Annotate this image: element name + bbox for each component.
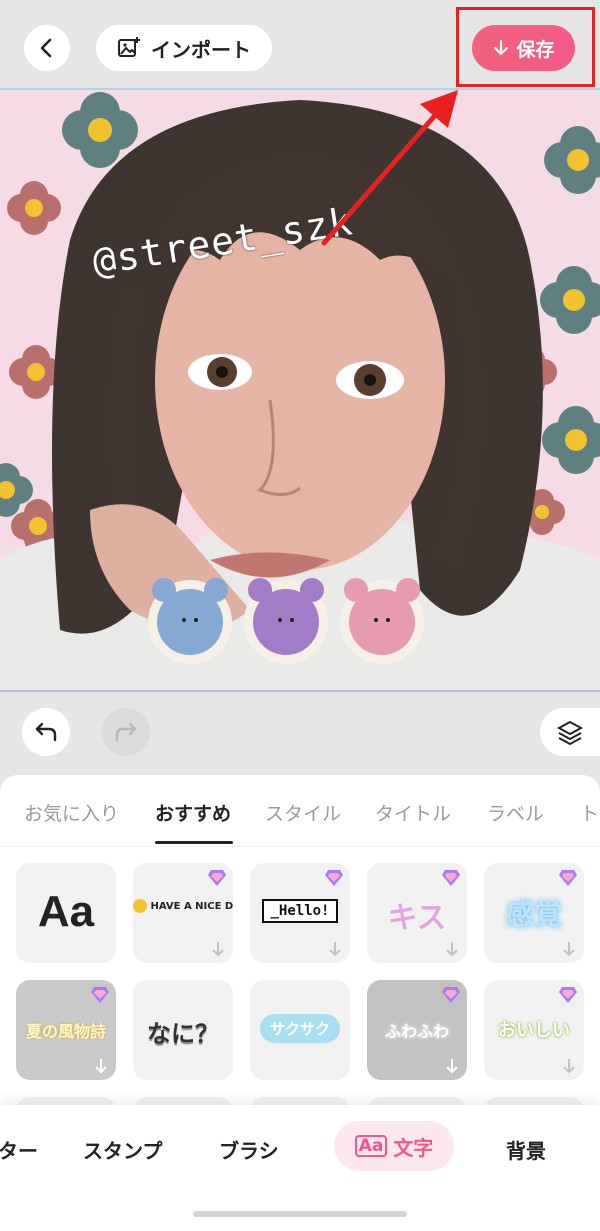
download-icon [563, 942, 575, 957]
preset-tile[interactable]: なに？ [133, 980, 233, 1080]
layers-icon [556, 720, 584, 746]
preset-text-label: HAVE A NICE DAY [150, 901, 233, 912]
nav-item-background[interactable]: 背景 [506, 1135, 546, 1164]
tab-recommended[interactable]: おすすめ [155, 799, 231, 826]
image-add-icon [118, 37, 140, 57]
preset-text: 感覚 [505, 898, 562, 931]
speech-bubble-text: _Hello! [262, 899, 338, 923]
cloud-bubble-text: サクサク [259, 1014, 340, 1043]
preset-text: 夏の風物詩 [25, 1022, 106, 1041]
nav-item-text[interactable]: Aa 文字 [334, 1121, 454, 1171]
editing-canvas[interactable]: @street_szk [0, 88, 600, 692]
import-label: インポート [151, 37, 251, 62]
nav-item-text-label: 文字 [393, 1135, 434, 1160]
download-icon [212, 942, 224, 957]
preset-tile[interactable]: ふわふわ [367, 980, 467, 1080]
premium-gem-icon [325, 870, 343, 886]
preset-text: Aa [37, 887, 95, 936]
bear-stickers [148, 578, 424, 664]
tab-favorites[interactable]: お気に入り [24, 799, 119, 826]
save-label: 保存 [516, 38, 555, 61]
preset-tile[interactable]: HAVE A NICE DAY [133, 863, 233, 963]
redo-button[interactable] [102, 708, 150, 756]
preset-text: おいしい [498, 1020, 570, 1041]
nav-item-filter[interactable]: ター [0, 1135, 38, 1164]
nav-item-brush[interactable]: ブラシ [219, 1135, 279, 1164]
preset-tile[interactable]: おいしい [484, 980, 584, 1080]
active-tab-indicator [155, 841, 233, 844]
chevron-left-icon [40, 38, 52, 58]
download-arrow-icon [494, 39, 509, 56]
preset-text: サクサク [250, 1014, 350, 1043]
download-icon [95, 1059, 107, 1074]
premium-gem-icon [208, 870, 226, 886]
preset-text: キス [387, 901, 447, 936]
preset-tile[interactable]: 夏の風物詩 [16, 980, 116, 1080]
back-button[interactable] [24, 25, 70, 71]
layers-button[interactable] [540, 708, 600, 756]
category-tabs: お気に入り おすすめ スタイル タイトル ラベル ト [0, 775, 600, 847]
preset-tile[interactable]: サクサク [250, 980, 350, 1080]
tab-title[interactable]: タイトル [375, 799, 451, 826]
preset-tile[interactable]: 感覚 [484, 863, 584, 963]
download-icon [563, 1059, 575, 1074]
tab-style[interactable]: スタイル [265, 799, 341, 826]
redo-icon [115, 722, 137, 742]
tab-more[interactable]: ト [580, 799, 599, 826]
premium-gem-icon [91, 987, 109, 1003]
download-icon [329, 942, 341, 957]
preset-text: ふわふわ [384, 1022, 449, 1041]
preset-tile[interactable]: _Hello! [250, 863, 350, 963]
preset-text: HAVE A NICE DAY [133, 899, 233, 913]
preset-text: _Hello! [250, 899, 350, 923]
import-button[interactable]: インポート [96, 25, 272, 71]
tool-row [0, 692, 600, 778]
nav-item-stamp[interactable]: スタンプ [83, 1135, 162, 1164]
undo-button[interactable] [22, 708, 70, 756]
home-indicator [193, 1211, 407, 1217]
download-icon [446, 1059, 458, 1074]
undo-icon [35, 722, 57, 742]
top-bar: インポート 保存 [0, 0, 600, 90]
text-aa-icon: Aa [354, 1135, 388, 1157]
premium-gem-icon [559, 870, 577, 886]
save-button[interactable]: 保存 [472, 25, 575, 71]
preset-tile[interactable]: キス [367, 863, 467, 963]
tab-label[interactable]: ラベル [487, 799, 544, 826]
preset-text: なに？ [147, 1020, 219, 1048]
download-icon [446, 942, 458, 957]
premium-gem-icon [442, 987, 460, 1003]
photo-image [0, 92, 600, 690]
premium-gem-icon [559, 987, 577, 1003]
premium-gem-icon [442, 870, 460, 886]
preset-tile[interactable]: Aa [16, 863, 116, 963]
smiley-icon [133, 899, 147, 913]
